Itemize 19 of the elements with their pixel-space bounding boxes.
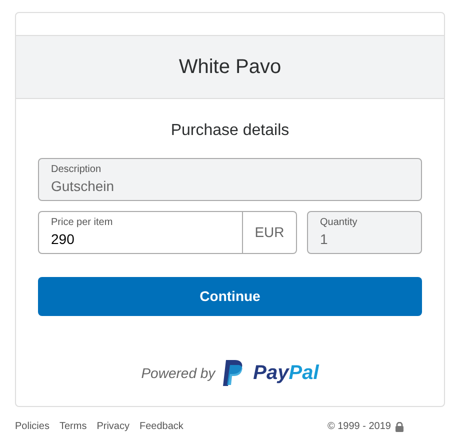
field-label: Price per item xyxy=(51,216,114,228)
continue-button[interactable]: Continue xyxy=(38,277,422,316)
input-field[interactable]: Price per item 290 xyxy=(38,211,243,254)
lock-icon xyxy=(395,422,404,432)
paypal-wordmark: PayPal xyxy=(253,361,319,386)
field-label: Quantity xyxy=(320,216,358,228)
footer-link[interactable]: Privacy xyxy=(96,419,130,434)
field-value: 290 xyxy=(51,230,76,248)
powered-by-text: Powered by xyxy=(141,364,216,383)
section-heading: Purchase details xyxy=(170,121,290,141)
field-value: Gutschein xyxy=(51,176,116,196)
field-value: 1 xyxy=(320,230,329,248)
footer-link[interactable]: Terms xyxy=(59,419,87,434)
merchant-name: White Pavo xyxy=(178,55,282,80)
copyright-text: © 1999 - 2019 xyxy=(327,420,391,434)
footer-link[interactable]: Policies xyxy=(15,419,50,434)
currency-label: EUR xyxy=(243,211,297,254)
footer-link[interactable]: Feedback xyxy=(140,419,184,434)
field-label: Description xyxy=(51,164,102,176)
